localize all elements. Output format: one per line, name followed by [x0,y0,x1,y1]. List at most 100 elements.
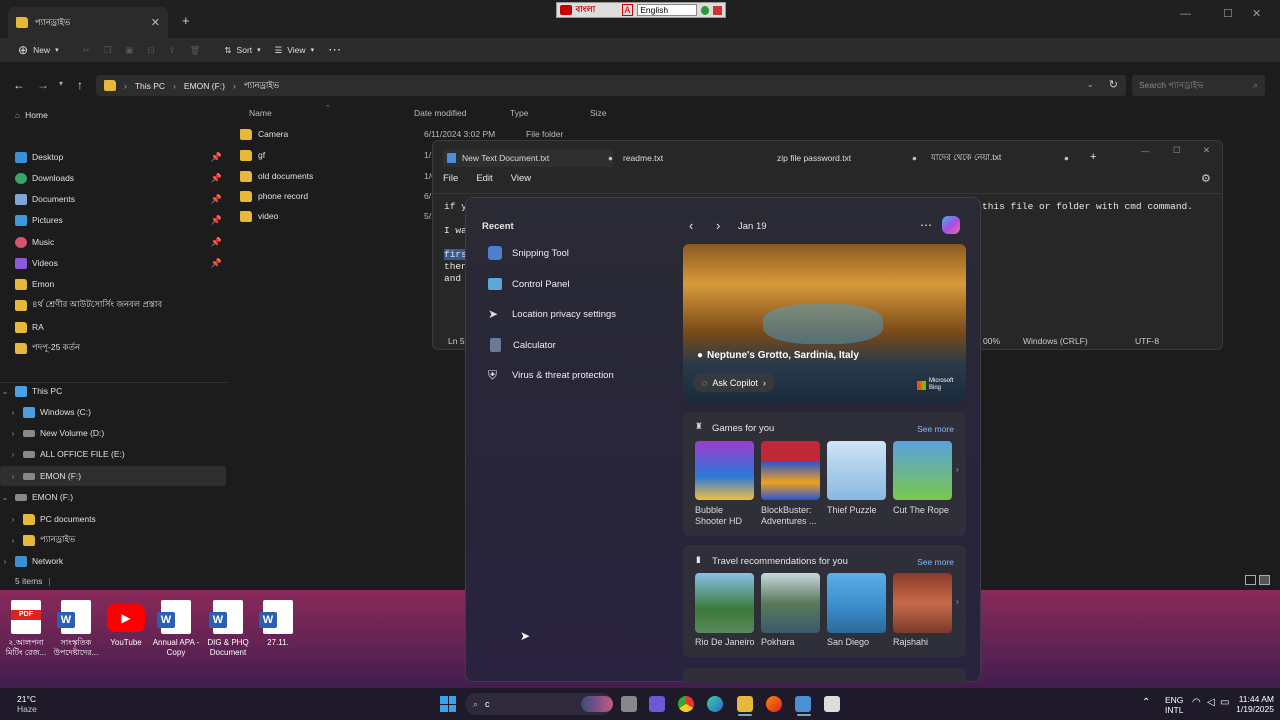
notepad-tab-active[interactable]: New Text Document.txt ● [443,149,613,167]
clock[interactable]: 11:44 AM 1/19/2025 [1228,694,1274,714]
nav-emon-drive[interactable]: ⌄ EMON (F:) [0,487,226,507]
pin-icon[interactable]: 📌 [211,173,222,184]
chevron-right-icon[interactable]: › [8,536,18,545]
recent-item-snipping-tool[interactable]: Snipping Tool [488,241,569,265]
nav-pc-documents[interactable]: › PC documents [0,509,226,529]
breadcrumb-this-pc[interactable]: This PC [135,81,165,91]
desktop-icon-word-doc[interactable]: W DIG & PHQ Document [204,600,252,658]
language-select[interactable]: English [637,4,697,16]
nav-network[interactable]: › Network [0,551,226,571]
travel-tile-pokhara[interactable] [761,573,820,633]
search-box[interactable]: Search প্যানড্রাইভ ⌕ [1132,75,1265,96]
nav-home[interactable]: ⌂ Home [0,105,226,125]
column-type[interactable]: Type [510,108,528,118]
hero-location[interactable]: ● Neptune's Grotto, Sardinia, Italy [697,350,859,361]
chevron-right-icon[interactable]: › [8,408,18,417]
ask-copilot-button[interactable]: ◌ Ask Copilot › [693,373,775,392]
weather-widget[interactable]: 21°C Haze [17,694,37,714]
nav-folder-ra[interactable]: RA [0,317,226,337]
minimize-icon[interactable]: — [1141,146,1150,156]
nav-folder-padapu[interactable]: পদপূ-25 কর্তন [0,338,226,358]
nav-drive-f[interactable]: › EMON (F:) [0,466,226,486]
next-day-icon[interactable]: › [716,218,720,233]
search-input[interactable]: Search প্যানড্রাইভ [1139,79,1204,93]
column-name[interactable]: Name [249,108,272,118]
maximize-icon[interactable]: ☐ [1173,145,1181,156]
game-tile-blockbuster[interactable] [761,441,820,500]
text-line[interactable]: and [444,273,461,284]
menu-view[interactable]: View [511,173,531,184]
file-row[interactable]: gf1/19/ [240,145,443,165]
chevron-right-icon[interactable]: › [8,450,18,459]
search-input[interactable]: c [485,699,490,709]
details-view-icon[interactable] [1245,575,1256,585]
text-line-selected[interactable]: firs [444,249,467,260]
file-row[interactable]: phone record6/13/ [240,186,443,206]
input-language-indicator[interactable]: ENG INTL [1165,695,1183,715]
more-options-icon[interactable]: ⋯ [328,42,341,58]
close-window-icon[interactable]: ✕ [1203,145,1210,156]
nav-pendrive[interactable]: › প্যানড্রাইভ [0,530,226,550]
text-line[interactable]: I wa [444,225,467,236]
nav-drive-c[interactable]: › Windows (C:) [0,402,226,422]
recent-item-calculator[interactable]: Calculator [488,333,556,357]
nav-drive-d[interactable]: › New Volume (D:) [0,423,226,443]
travel-see-more-link[interactable]: See more [917,557,954,567]
file-explorer-icon[interactable] [737,696,753,712]
game-tile-bubble-shooter[interactable] [695,441,754,500]
travel-tile-san-diego[interactable] [827,573,886,633]
teams-icon[interactable] [649,696,665,712]
nav-music[interactable]: Music 📌 [0,232,226,252]
prev-day-icon[interactable]: ‹ [689,218,693,233]
paste-icon[interactable]: ▣ [125,45,133,56]
text-line[interactable]: then [444,261,467,272]
desktop-icon-youtube[interactable]: ▶ YouTube [102,600,150,648]
back-icon[interactable]: ← [13,78,25,92]
carousel-next-icon[interactable]: › [956,597,959,606]
travel-tile-rajshahi[interactable] [893,573,952,633]
notepad-tab[interactable]: যাদের থেকে নেয়া.txt ● [931,149,1069,167]
desktop-icon-pdf[interactable]: PDF ২.আলপনা মিটিং রেজ... [2,600,50,658]
cut-icon[interactable]: ✂ [83,45,90,56]
new-tab-icon[interactable]: + [1090,151,1096,163]
pin-icon[interactable]: 📌 [211,258,222,269]
notepad-tab[interactable]: readme.txt [623,149,663,167]
recent-item-location-privacy[interactable]: ➤ Location privacy settings [488,302,616,326]
show-hidden-icons[interactable]: ⌃ [1142,697,1150,708]
hero-image-card[interactable]: ● Neptune's Grotto, Sardinia, Italy ◌ Ask … [683,244,966,404]
chevron-down-icon[interactable]: ⌄ [0,387,10,396]
recent-item-virus-protection[interactable]: ⛨ Virus & threat protection [488,363,614,387]
nav-desktop[interactable]: Desktop 📌 [0,147,226,167]
volume-icon[interactable]: ◁ [1207,697,1215,708]
copy-icon[interactable]: ❐ [104,45,112,56]
text-line[interactable]: if y [444,201,467,212]
explorer-tab[interactable]: প্যানড্রাইভ ✕ [8,7,168,38]
game-tile-cut-the-rope[interactable] [893,441,952,500]
chrome-icon[interactable] [678,696,694,712]
nav-videos[interactable]: Videos 📌 [0,253,226,273]
nav-this-pc[interactable]: ⌄ This PC [0,381,226,401]
refresh-icon[interactable]: ↻ [1109,78,1118,91]
chevron-right-icon[interactable]: › [8,429,18,438]
nav-folder-proposal[interactable]: ৪র্থ শ্রেণীর আউটসোর্সিং জনবল প্রস্তাব [0,295,226,315]
nav-drive-e[interactable]: › ALL OFFICE FILE (E:) [0,444,226,464]
pin-icon[interactable]: 📌 [211,215,222,226]
forward-icon[interactable]: → [37,78,49,92]
view-button[interactable]: ☰ View ▾ [275,45,314,56]
file-row[interactable]: video5/16/ [240,206,443,226]
taskbar-search-box[interactable]: ⌕ c [465,693,613,715]
language-bar[interactable]: বাংলা A English [556,2,726,18]
new-button[interactable]: ⊕ New ▾ [18,43,59,57]
recent-item-control-panel[interactable]: Control Panel [488,272,570,296]
maximize-icon[interactable]: ☐ [1223,7,1233,20]
column-date[interactable]: Date modified [414,108,466,118]
nav-documents[interactable]: Documents 📌 [0,189,226,209]
desktop-icon-word-doc[interactable]: W সাংস্কৃতিক উপদেষ্টাদের... [52,600,100,658]
close-window-icon[interactable]: ✕ [1252,7,1261,20]
address-bar[interactable]: › This PC › EMON (F:) › প্যানড্রাইভ ⌄ ↻ [96,75,1126,96]
menu-file[interactable]: File [443,173,458,184]
desktop-icon-word-doc[interactable]: W Annual APA - Copy [152,600,200,658]
copilot-icon[interactable] [942,216,960,234]
delete-icon[interactable]: 🗑 [190,45,201,56]
nav-pictures[interactable]: Pictures 📌 [0,210,226,230]
